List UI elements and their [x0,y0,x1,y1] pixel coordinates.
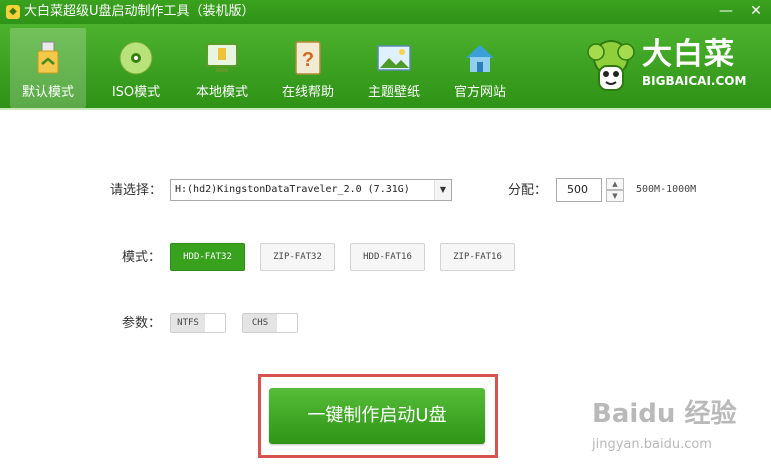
chevron-down-icon[interactable]: ▼ [434,180,451,200]
tab-online-help[interactable]: ? 在线帮助 [270,28,346,108]
home-icon [466,45,494,72]
title-bar: ◆ 大白菜超级U盘启动制作工具（装机版） — ✕ [0,0,771,24]
help-book-icon: ? [295,41,321,75]
params-label: 参数： [122,316,162,331]
alloc-label: 分配： [508,183,548,198]
create-boot-usb-button[interactable]: 一键制作启动U盘 [269,388,485,444]
drive-select[interactable]: H:(hd2)KingstonDataTraveler_2.0 (7.31G) … [170,179,452,201]
wallpaper-icon [377,45,411,71]
ntfs-toggle-label: NTFS [171,314,205,332]
watermark-sub: jingyan.baidu.com [592,437,712,452]
tab-official-site[interactable]: 官方网站 [442,28,518,108]
logo-text: 大白菜 [642,37,735,72]
brand-logo: 大白菜 BIGBAICAI.COM [580,36,765,96]
tab-theme-wallpaper[interactable]: 主题壁纸 [356,28,432,108]
mode-option-zip-fat16[interactable]: ZIP-FAT16 [440,243,515,271]
close-button[interactable]: ✕ [742,0,770,22]
spin-down-button[interactable]: ▼ [606,190,624,202]
tab-label: 在线帮助 [281,85,334,100]
select-label: 请选择： [110,183,163,198]
monitor-icon [206,43,238,72]
disc-icon [119,41,153,75]
mode-option-hdd-fat32[interactable]: HDD-FAT32 [170,243,245,271]
logo-subtext: BIGBAICAI.COM [642,74,747,88]
mode-option-zip-fat32[interactable]: ZIP-FAT32 [260,243,335,271]
baidu-watermark: Baidu 经验 jingyan.baidu.com [592,395,767,459]
alloc-size-input[interactable]: 500 [556,178,602,202]
usb-drive-icon [37,41,59,74]
tab-label: 官方网站 [453,85,506,100]
mode-label: 模式： [122,250,162,265]
svg-text:?: ? [302,49,314,71]
chs-toggle-label: CHS [243,314,277,332]
drive-select-value: H:(hd2)KingstonDataTraveler_2.0 (7.31G) [175,184,410,195]
tab-label: 默认模式 [21,85,74,100]
app-icon: ◆ [6,5,20,19]
spin-up-button[interactable]: ▲ [606,178,624,190]
mode-option-hdd-fat16[interactable]: HDD-FAT16 [350,243,425,271]
watermark-main: Baidu 经验 [592,399,737,429]
alloc-range-hint: 500M-1000M [636,184,697,195]
cabbage-mascot-icon [587,40,635,91]
main-toolbar: 默认模式 ISO模式 本地模式 ? 在线帮助 主题壁纸 官方网站 大白菜 BIG… [0,24,771,110]
minimize-button[interactable]: — [712,0,740,22]
window-title: 大白菜超级U盘启动制作工具（装机版） [24,4,255,19]
tab-label: 主题壁纸 [367,85,420,100]
tab-local-mode[interactable]: 本地模式 [184,28,260,108]
tab-default-mode[interactable]: 默认模式 [10,28,86,108]
tab-label: ISO模式 [111,85,161,100]
tab-iso-mode[interactable]: ISO模式 [98,28,174,108]
ntfs-toggle[interactable]: NTFS [170,313,226,333]
tab-label: 本地模式 [195,85,248,100]
chs-toggle[interactable]: CHS [242,313,298,333]
